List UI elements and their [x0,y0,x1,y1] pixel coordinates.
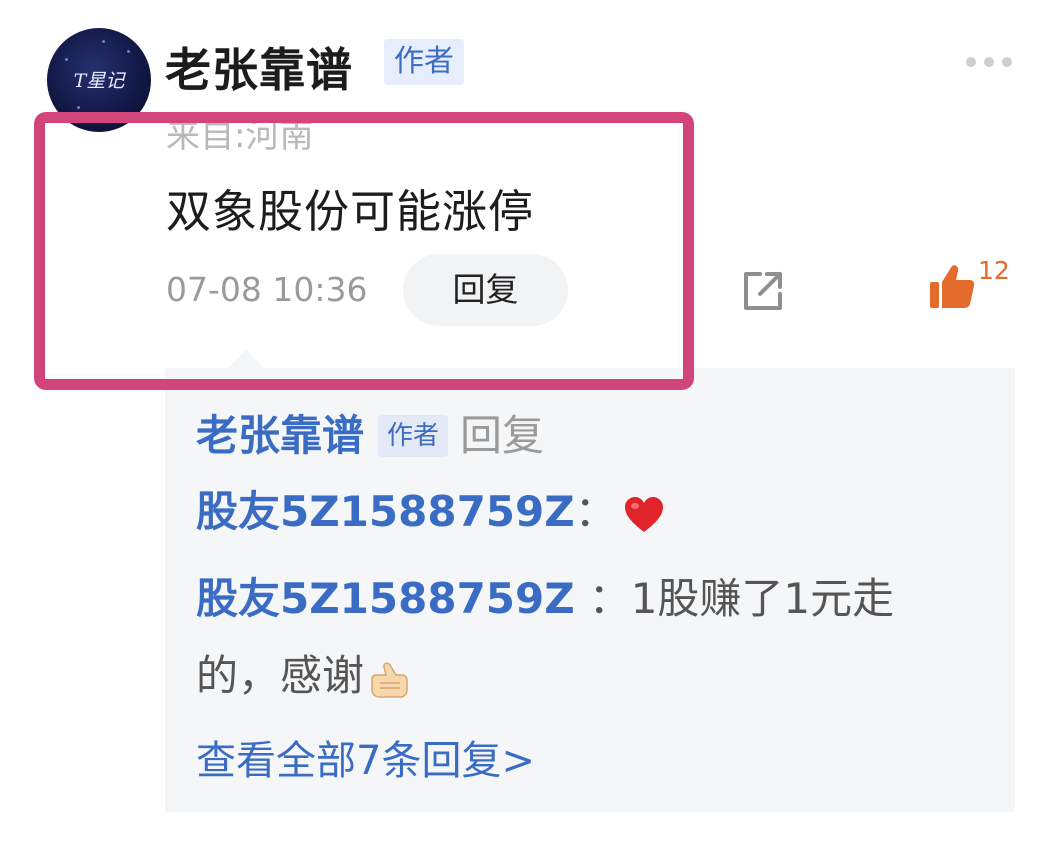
reply-text-line2: 的，感谢 [196,651,365,700]
reply-action-text: 回复 [460,411,545,460]
reply-item[interactable]: 股友5Z1588759Z： [196,478,665,539]
author-badge: 作者 [384,39,464,85]
reply-text: ：1股赚了1元走 [588,574,895,623]
reply-author[interactable]: 股友5Z1588759Z [196,574,575,623]
reply-author[interactable]: 老张靠谱 [196,411,364,460]
reply-target-user[interactable]: 股友5Z1588759Z [196,487,575,536]
thumbs-up-emoji-icon [371,662,408,698]
avatar-text: T星记 [73,70,125,92]
reply-author-badge: 作者 [378,414,449,457]
comment-text: 双象股份可能涨停 [166,185,535,238]
reply-button[interactable]: 回复 [403,254,568,326]
reply-item[interactable]: 股友5Z1588759Z ：1股赚了1元走 [196,565,894,626]
like-count: 12 [978,256,1010,285]
view-all-replies-link[interactable]: 查看全部7条回复> [196,728,535,786]
highlight-box [34,112,694,390]
heart-icon [624,496,663,532]
panel-notch [228,350,264,368]
reply-text-continued: 的，感谢 [196,642,410,703]
avatar[interactable]: T星记 [47,28,151,132]
location-text: 来自:河南 [166,116,314,156]
comment-timestamp: 07-08 10:36 [166,270,368,309]
share-icon[interactable] [740,268,786,314]
thumbs-up-icon[interactable] [928,262,976,310]
reply-header: 老张靠谱 作者 回复 [196,402,544,463]
more-icon[interactable] [966,55,1016,69]
reply-colon: ： [574,487,617,536]
author-name[interactable]: 老张靠谱 [165,34,353,100]
